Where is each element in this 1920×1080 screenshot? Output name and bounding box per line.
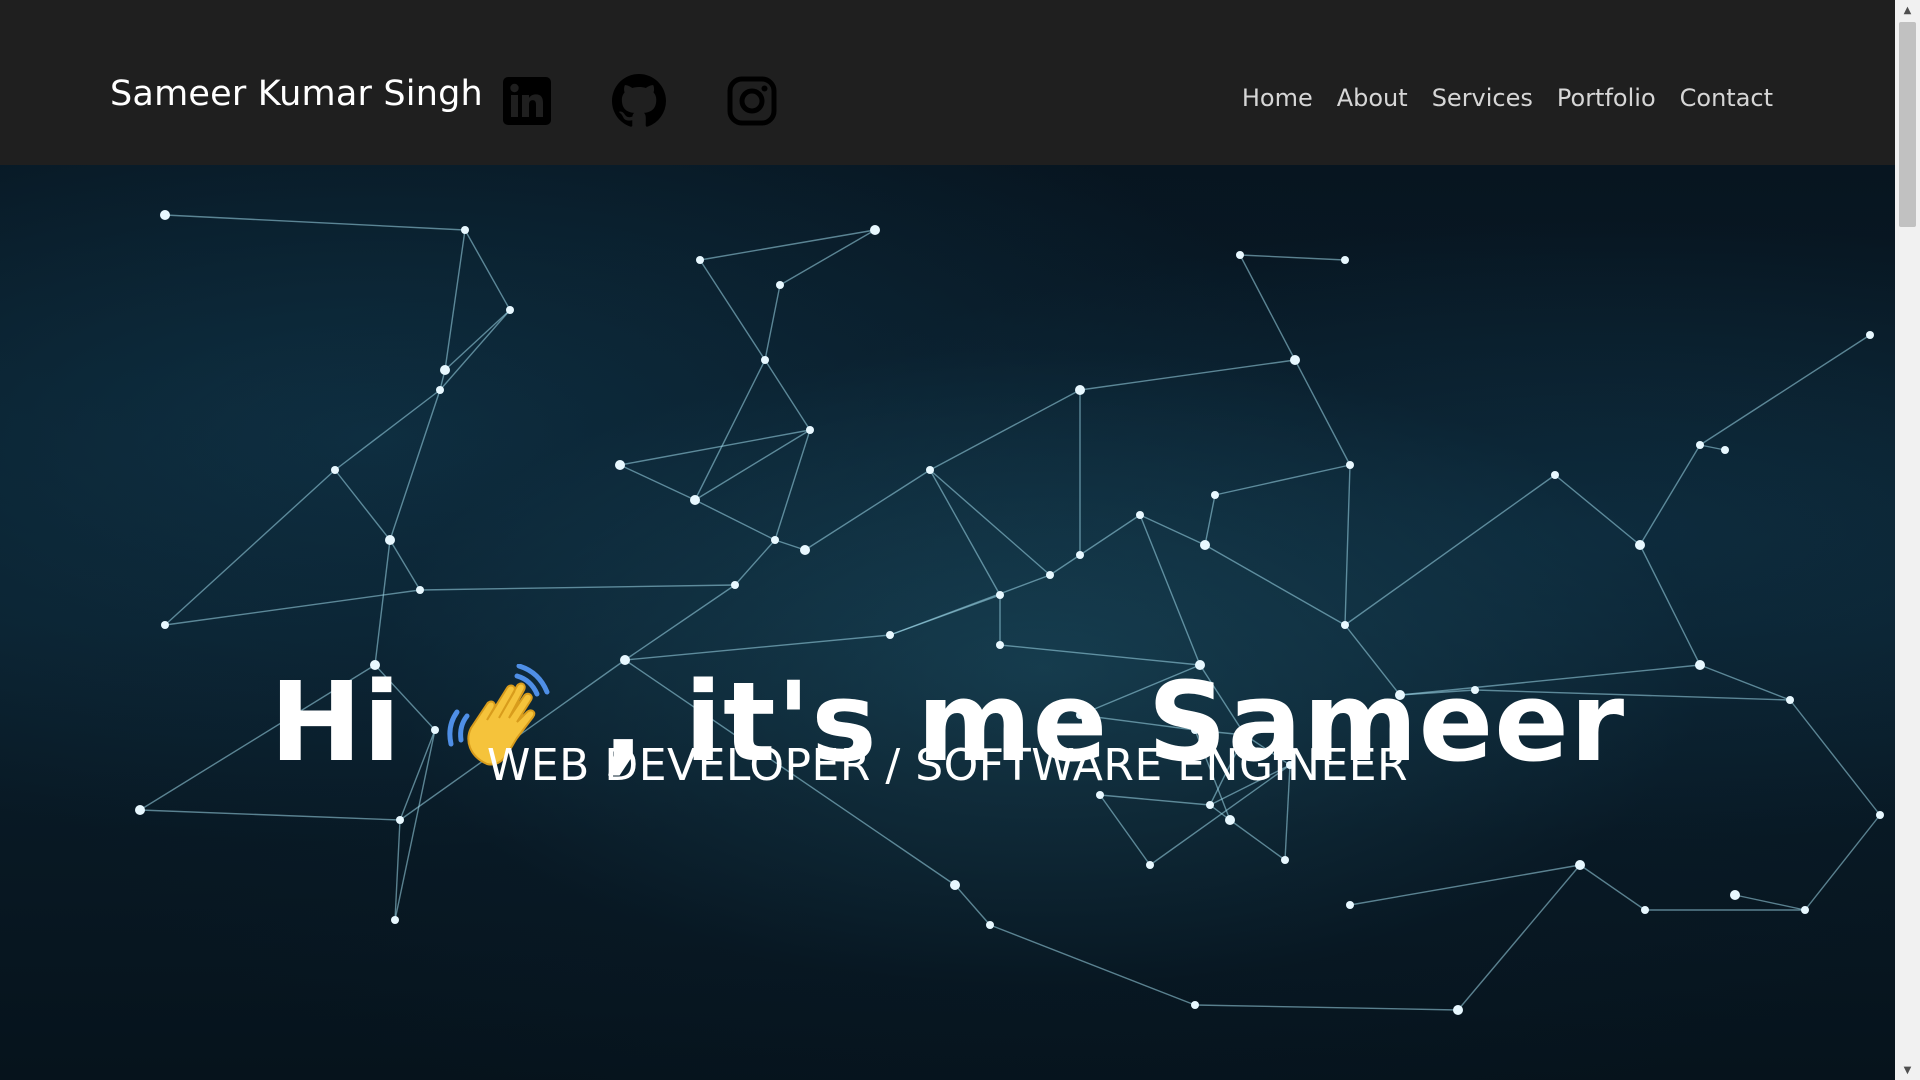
scroll-up-arrow-icon[interactable]: ▲: [1895, 0, 1920, 20]
network-node: [1575, 860, 1585, 870]
network-node: [161, 621, 169, 629]
network-node: [1191, 1001, 1199, 1009]
nav-portfolio[interactable]: Portfolio: [1557, 84, 1656, 112]
network-node: [1225, 815, 1235, 825]
network-node: [1346, 901, 1354, 909]
page: Sameer Kumar Singh Home About Services P…: [0, 0, 1895, 1080]
network-node: [731, 581, 739, 589]
network-node: [1721, 446, 1729, 454]
nav-about[interactable]: About: [1337, 84, 1408, 112]
network-node: [1236, 251, 1244, 259]
network-node: [1146, 861, 1154, 869]
network-node: [1206, 801, 1214, 809]
network-node: [135, 805, 145, 815]
network-node: [870, 225, 880, 235]
network-node: [996, 641, 1004, 649]
network-node: [1046, 571, 1054, 579]
network-node: [996, 591, 1004, 599]
network-node: [1730, 890, 1740, 900]
main-nav: Home About Services Portfolio Contact: [1242, 84, 1773, 112]
hero-section: Hi , it's me Sameer WEB DEVELOPER / SOFT…: [0, 165, 1895, 1080]
network-node: [761, 356, 769, 364]
network-node: [1641, 906, 1649, 914]
network-node: [396, 816, 404, 824]
network-node: [771, 536, 779, 544]
network-node: [690, 495, 700, 505]
network-node: [1876, 811, 1884, 819]
network-node: [776, 281, 784, 289]
hero-subtitle: WEB DEVELOPER / SOFTWARE ENGINEER: [486, 740, 1409, 791]
network-node: [1696, 441, 1704, 449]
network-node: [1551, 471, 1559, 479]
network-node: [1635, 540, 1645, 550]
scroll-down-arrow-icon[interactable]: ▼: [1895, 1060, 1920, 1080]
network-node: [1136, 511, 1144, 519]
linkedin-icon: [503, 77, 551, 125]
network-node: [160, 210, 170, 220]
network-node: [1200, 540, 1210, 550]
nav-services[interactable]: Services: [1432, 84, 1533, 112]
network-node: [1281, 856, 1289, 864]
network-node: [1346, 461, 1354, 469]
instagram-icon: [727, 76, 777, 126]
network-background: [135, 210, 1884, 1015]
network-node: [926, 466, 934, 474]
brand-link[interactable]: Sameer Kumar Singh: [110, 74, 483, 114]
network-node: [950, 880, 960, 890]
network-node: [1096, 791, 1104, 799]
network-node: [800, 545, 810, 555]
network-node: [416, 586, 424, 594]
network-node: [1341, 621, 1349, 629]
network-node: [1341, 256, 1349, 264]
vertical-scrollbar[interactable]: ▲ ▼: [1895, 0, 1920, 1080]
network-node: [436, 386, 444, 394]
network-node: [385, 535, 395, 545]
network-node: [806, 426, 814, 434]
network-node: [1290, 355, 1300, 365]
scroll-thumb[interactable]: [1899, 22, 1916, 227]
navbar: Sameer Kumar Singh Home About Services P…: [0, 0, 1895, 165]
network-node: [615, 460, 625, 470]
network-node: [986, 921, 994, 929]
github-icon: [612, 74, 666, 127]
network-node: [886, 631, 894, 639]
network-node: [461, 226, 469, 234]
network-node: [391, 916, 399, 924]
linkedin-link[interactable]: [500, 74, 554, 128]
nav-contact[interactable]: Contact: [1680, 84, 1773, 112]
network-node: [506, 306, 514, 314]
nav-home[interactable]: Home: [1242, 84, 1313, 112]
network-node: [1866, 331, 1874, 339]
network-node: [1076, 551, 1084, 559]
network-node: [1453, 1005, 1463, 1015]
network-node: [1075, 385, 1085, 395]
network-node: [331, 466, 339, 474]
network-node: [1801, 906, 1809, 914]
github-link[interactable]: [612, 74, 666, 128]
network-node: [1211, 491, 1219, 499]
instagram-link[interactable]: [725, 74, 779, 128]
network-node: [440, 365, 450, 375]
network-node: [696, 256, 704, 264]
